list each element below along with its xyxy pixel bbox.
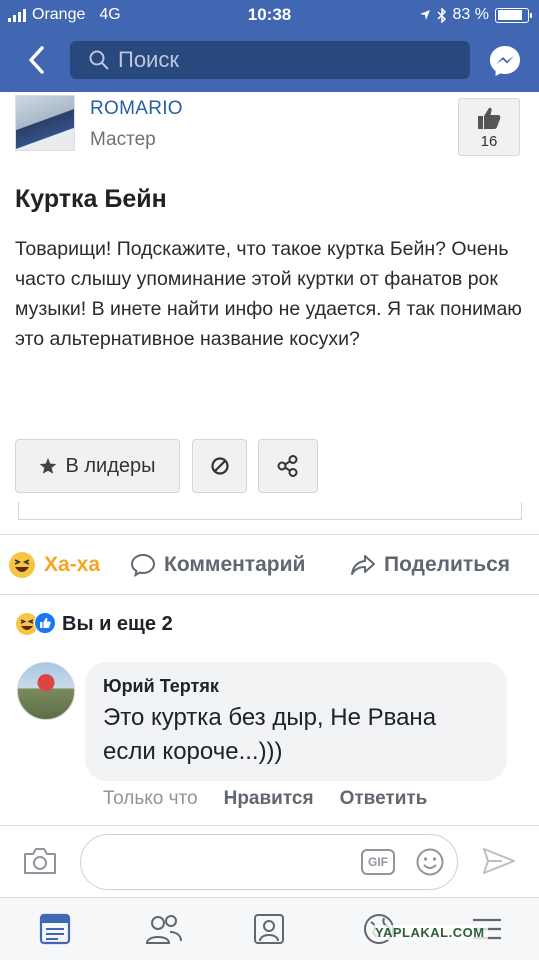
battery-level: [497, 10, 522, 20]
commenter-avatar[interactable]: [17, 662, 75, 720]
nav-bar: Поиск: [0, 38, 539, 86]
star-icon: [40, 458, 57, 474]
to-leaders-label: В лидеры: [65, 454, 156, 477]
comment-text: Это куртка без дыр, Не Рвана если короче…: [103, 704, 437, 765]
comment-input[interactable]: GIF: [80, 834, 458, 890]
send-icon[interactable]: [482, 846, 516, 876]
comment-label: Комментарий: [164, 553, 306, 576]
bluetooth-icon: [437, 7, 446, 23]
comment-meta: Только что Нравится Ответить: [103, 788, 427, 810]
chevron-left-icon[interactable]: [20, 42, 56, 78]
to-leaders-button[interactable]: В лидеры: [15, 439, 180, 493]
gif-button[interactable]: GIF: [361, 849, 395, 875]
top-bar: Orange 4G 10:38 83 % Поиск: [0, 0, 539, 92]
post-actions: Ха-ха Комментарий Поделиться: [0, 544, 539, 586]
haha-label: Ха-ха: [44, 553, 101, 576]
comment-like-button[interactable]: Нравится: [224, 788, 314, 810]
divider: [0, 534, 539, 535]
ban-icon: [210, 457, 229, 475]
author-avatar[interactable]: [15, 95, 75, 151]
battery-percent: 83 %: [452, 6, 489, 23]
friends-icon[interactable]: [145, 912, 183, 946]
camera-icon[interactable]: [22, 846, 58, 876]
post-title: Куртка Бейн: [15, 185, 167, 213]
post-body: Товарищи! Подскажите, что такое куртка Б…: [15, 238, 522, 350]
card-frame-bottom: [18, 502, 522, 520]
share-button[interactable]: Поделиться: [350, 553, 510, 577]
emoji-icon[interactable]: [415, 847, 445, 877]
messenger-icon[interactable]: [488, 44, 522, 78]
thumbs-up-icon: [478, 107, 501, 129]
comment-bubble[interactable]: Юрий Тертяк Это куртка без дыр, Не Рвана…: [85, 662, 507, 781]
search-icon: [89, 50, 109, 70]
comment-composer: GIF: [0, 825, 539, 897]
author-rank: Мастер: [90, 129, 156, 150]
battery-icon: [495, 7, 532, 23]
commenter-name[interactable]: Юрий Тертяк: [103, 676, 489, 697]
comment-button[interactable]: Комментарий: [130, 553, 305, 577]
reactions-text: Вы и еще 2: [62, 612, 173, 635]
haha-emoji-icon: [9, 552, 35, 578]
news-feed-icon[interactable]: [38, 912, 72, 946]
reactions-summary[interactable]: Вы и еще 2: [15, 612, 173, 636]
shared-post-card[interactable]: ROMARIO Мастер 16 Куртка Бейн Товарищи! …: [0, 92, 539, 524]
share-post-button[interactable]: [258, 439, 318, 493]
comment-time: Только что: [103, 788, 198, 809]
report-button[interactable]: [192, 439, 247, 493]
haha-reaction-button[interactable]: Ха-ха: [8, 551, 100, 579]
like-counter-button[interactable]: 16: [458, 98, 520, 156]
profile-icon[interactable]: [252, 912, 286, 946]
divider: [0, 594, 539, 595]
search-input[interactable]: Поиск: [70, 41, 470, 79]
share-label: Поделиться: [384, 553, 511, 576]
author-name[interactable]: ROMARIO: [90, 98, 183, 120]
share-nodes-icon: [277, 455, 298, 477]
reaction-icons: [15, 612, 56, 636]
location-arrow-icon: [419, 10, 430, 20]
share-arrow-icon: [351, 555, 375, 575]
comment-icon: [130, 553, 156, 577]
search-placeholder: Поиск: [118, 47, 179, 72]
like-count: 16: [480, 133, 498, 150]
comment-reply-button[interactable]: Ответить: [340, 788, 428, 810]
like-reaction-icon: [34, 612, 56, 634]
watermark: YAPLAKAL.COM: [372, 925, 488, 940]
status-bar: Orange 4G 10:38 83 %: [0, 0, 539, 30]
